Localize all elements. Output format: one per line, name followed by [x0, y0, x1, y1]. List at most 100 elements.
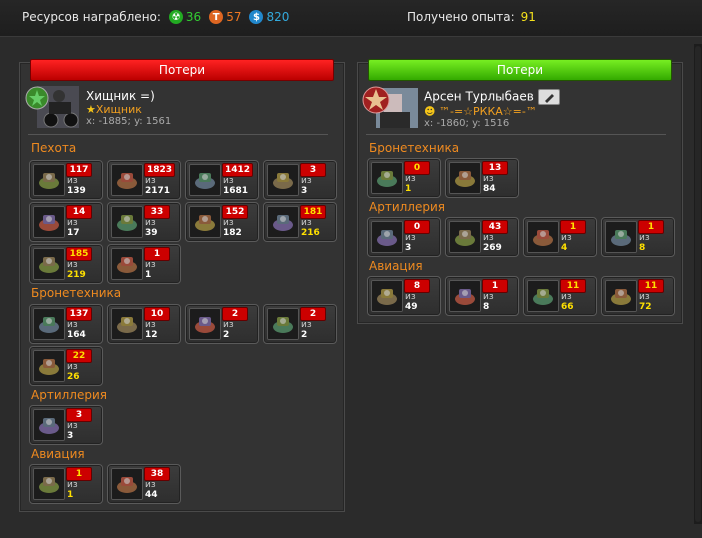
- left-unit-card[interactable]: 14 из 17: [29, 202, 103, 242]
- unit-lost-count: 181: [300, 205, 326, 219]
- defender-name[interactable]: Арсен Турлыбаев: [424, 90, 534, 104]
- star-icon: ★: [86, 103, 96, 116]
- left-unit-card[interactable]: 117 из 139: [29, 160, 103, 200]
- left-unit-card[interactable]: 1 из 1: [107, 244, 181, 284]
- right-unit-card[interactable]: 0 из 3: [367, 217, 441, 257]
- left-unit-card[interactable]: 1 из 1: [29, 464, 103, 504]
- unit-total-count: 2: [301, 330, 308, 340]
- unit-lost-count: 8: [404, 279, 430, 293]
- left-unit-card[interactable]: 1412 из 1681: [185, 160, 259, 200]
- unit-icon: [449, 280, 481, 312]
- scrollbar-thumb[interactable]: [695, 46, 701, 522]
- titanium-icon: T: [209, 10, 224, 24]
- unit-lost-count: 10: [144, 307, 170, 321]
- attacker-name[interactable]: Хищник =): [86, 89, 171, 103]
- unit-total-count: 49: [405, 302, 418, 312]
- right-unit-card[interactable]: 0 из 1: [367, 158, 441, 198]
- left-unit-card[interactable]: 137 из 164: [29, 304, 103, 344]
- edit-button[interactable]: [537, 89, 560, 105]
- defender-clan[interactable]: ☻ ™-=☆РККА☆=-™: [424, 105, 560, 118]
- defender-losses-header: Потери: [368, 59, 672, 81]
- unit-of-label: из: [561, 233, 572, 243]
- unit-total-count: 8: [483, 302, 490, 312]
- unit-icon: [33, 468, 65, 500]
- unit-icon: [111, 248, 143, 280]
- unit-of-label: из: [67, 176, 78, 186]
- unit-of-label: из: [223, 320, 234, 330]
- right-unit-card[interactable]: 43 из 269: [445, 217, 519, 257]
- left-unit-card[interactable]: 10 из 12: [107, 304, 181, 344]
- unit-lost-count: 1412: [222, 163, 254, 177]
- right-unit-card[interactable]: 8 из 49: [367, 276, 441, 316]
- left-unit-card[interactable]: 38 из 44: [107, 464, 181, 504]
- unit-lost-count: 3: [300, 163, 326, 177]
- unit-total-count: 139: [67, 186, 86, 196]
- experience-label: Получено опыта:: [407, 10, 515, 24]
- radiation-icon: ☢: [168, 10, 183, 24]
- unit-icon: [605, 280, 637, 312]
- left-unit-card[interactable]: 2 из 2: [185, 304, 259, 344]
- unit-total-count: 39: [145, 228, 158, 238]
- soldier-avatar-icon: [362, 86, 418, 128]
- left-unit-card[interactable]: 185 из 219: [29, 244, 103, 284]
- unit-of-label: из: [405, 174, 416, 184]
- unit-total-count: 3: [405, 243, 412, 253]
- unit-lost-count: 43: [482, 220, 508, 234]
- unit-of-label: из: [223, 176, 234, 186]
- left-unit-card[interactable]: 33 из 39: [107, 202, 181, 242]
- unit-of-label: из: [67, 421, 78, 431]
- unit-icon: [189, 164, 221, 196]
- unit-total-count: 8: [639, 243, 646, 253]
- unit-total-count: 164: [67, 330, 86, 340]
- left-unit-card[interactable]: 152 из 182: [185, 202, 259, 242]
- unit-lost-count: 2: [222, 307, 248, 321]
- unit-of-label: из: [67, 320, 78, 330]
- left-unit-card[interactable]: 3 из 3: [263, 160, 337, 200]
- resource-3: $ 820: [249, 10, 289, 24]
- left-unit-card[interactable]: 2 из 2: [263, 304, 337, 344]
- left-unit-card[interactable]: 181 из 216: [263, 202, 337, 242]
- right-unit-card[interactable]: 11 из 66: [523, 276, 597, 316]
- unit-total-count: 26: [67, 372, 80, 382]
- unit-total-count: 4: [561, 243, 568, 253]
- right-category-label: Артиллерия: [369, 200, 445, 214]
- unit-lost-count: 22: [66, 349, 92, 363]
- biker-avatar-icon: [25, 86, 79, 128]
- right-unit-card[interactable]: 1 из 8: [601, 217, 675, 257]
- right-unit-card[interactable]: 1 из 8: [445, 276, 519, 316]
- unit-of-label: из: [483, 233, 494, 243]
- unit-total-count: 44: [145, 490, 158, 500]
- unit-of-label: из: [301, 218, 312, 228]
- unit-icon: [371, 280, 403, 312]
- right-unit-card[interactable]: 11 из 72: [601, 276, 675, 316]
- left-unit-card[interactable]: 3 из 3: [29, 405, 103, 445]
- unit-of-label: из: [67, 362, 78, 372]
- resource-2: T 57: [209, 10, 241, 24]
- unit-lost-count: 38: [144, 467, 170, 481]
- unit-of-label: из: [639, 233, 650, 243]
- unit-lost-count: 1: [66, 467, 92, 481]
- unit-icon: [33, 206, 65, 238]
- unit-of-label: из: [67, 260, 78, 270]
- unit-lost-count: 1: [560, 220, 586, 234]
- unit-total-count: 2: [223, 330, 230, 340]
- unit-lost-count: 2: [300, 307, 326, 321]
- unit-total-count: 182: [223, 228, 242, 238]
- left-unit-card[interactable]: 1823 из 2171: [107, 160, 181, 200]
- unit-lost-count: 33: [144, 205, 170, 219]
- unit-icon: [33, 308, 65, 340]
- attacker-clan[interactable]: ★Хищник: [86, 103, 171, 116]
- left-unit-card[interactable]: 22 из 26: [29, 346, 103, 386]
- right-unit-card[interactable]: 13 из 84: [445, 158, 519, 198]
- unit-lost-count: 137: [66, 307, 92, 321]
- unit-of-label: из: [145, 218, 156, 228]
- resource-1: ☢ 36: [168, 10, 201, 24]
- unit-icon: [189, 206, 221, 238]
- unit-lost-count: 3: [66, 408, 92, 422]
- right-unit-card[interactable]: 1 из 4: [523, 217, 597, 257]
- unit-total-count: 3: [301, 186, 308, 196]
- unit-lost-count: 0: [404, 161, 430, 175]
- unit-of-label: из: [145, 260, 156, 270]
- attacker-avatar: [25, 86, 79, 130]
- unit-icon: [111, 164, 143, 196]
